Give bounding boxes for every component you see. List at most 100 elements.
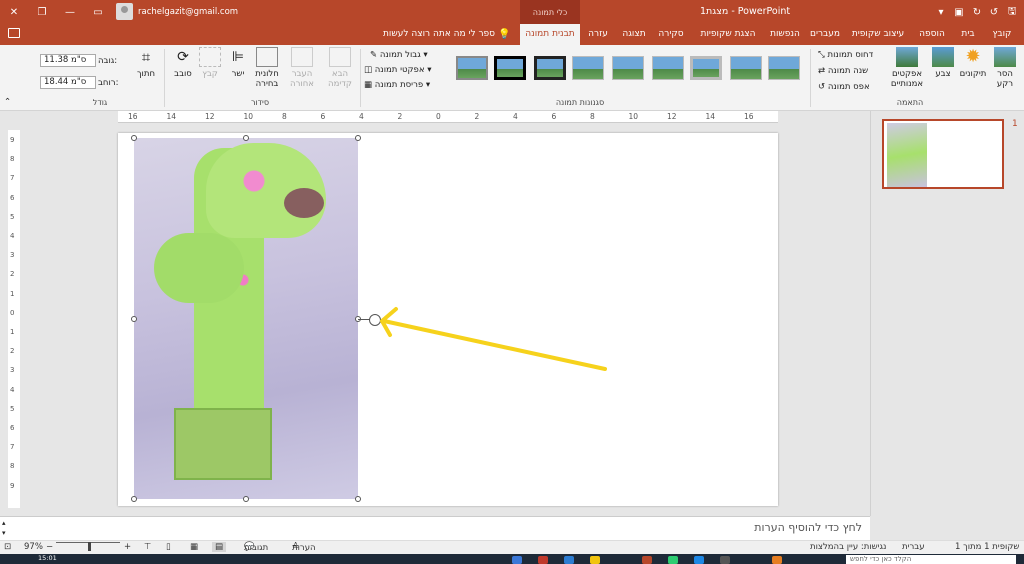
slide-sorter-icon[interactable]: ▦ [190,542,198,552]
taskbar-app-icon[interactable] [772,556,782,564]
slideshow-view-icon[interactable]: ⊤ [144,542,151,552]
resize-handle-ne[interactable] [355,135,361,141]
tell-me-search[interactable]: ספר לי מה אתה רוצה לעשות [383,24,495,45]
vertical-ruler: 9 8 7 6 5 4 3 2 1 0 1 2 3 4 5 6 7 8 9 [8,130,20,508]
customize-qat-icon[interactable]: ▾ [934,0,948,24]
crop-button[interactable]: ⌗ חתוך [132,47,160,79]
zoom-level[interactable]: 97% [24,542,43,552]
notes-status-label: הערות [292,543,316,553]
ruler-tick-label: 12 [205,112,215,121]
tab-help[interactable]: עזרה [583,24,613,45]
taskbar-search-input[interactable]: הקלד כאן כדי לחפש [846,555,1016,564]
ruler-tick-label: 5 [10,212,15,221]
bring-forward-button[interactable]: הבא קדימה [322,47,358,89]
color-button[interactable]: צבע [930,47,956,79]
zoom-out-icon[interactable]: − [46,542,53,552]
group-button[interactable]: קבץ [198,47,222,79]
tab-insert[interactable]: הוספה [912,24,952,45]
avatar[interactable] [116,3,133,20]
reading-view-icon[interactable]: ▯ [166,542,171,552]
close-button[interactable]: ✕ [0,0,28,24]
picture-style-4[interactable] [652,56,684,80]
artistic-effects-button[interactable]: אפקטים אמנותיים [886,47,928,89]
picture-style-9[interactable] [456,56,488,80]
taskbar-app-icon[interactable] [668,556,678,564]
minimize-button[interactable]: — [56,0,84,24]
taskbar-app-icon[interactable] [564,556,574,564]
send-backward-label: העבר אחורה [290,69,314,89]
redo-icon[interactable]: ↻ [968,0,986,24]
resize-handle-nw[interactable] [131,135,137,141]
crop-label: חתוך [136,69,156,79]
rotate-button[interactable]: ⟳ סובב [170,47,196,79]
resize-handle-n[interactable] [243,135,249,141]
remove-background-button[interactable]: הסר רקע [990,47,1020,89]
selection-pane-label: חלונית בחירה [255,69,279,89]
comments-icon[interactable] [8,28,20,38]
remove-background-label: הסר רקע [996,69,1014,89]
tab-view[interactable]: תצוגה [616,24,652,45]
align-button[interactable]: ⊫ ישר [226,47,250,79]
compress-pictures-button[interactable]: ⤡ דחוס תמונות [818,50,873,60]
tab-design[interactable]: עיצוב שקופית [846,24,910,45]
tab-slideshow[interactable]: הצגת שקופיות [692,24,764,45]
taskbar-app-icon[interactable] [720,556,730,564]
maximize-button[interactable]: ❐ [28,0,56,24]
tab-transitions[interactable]: מעברים [806,24,844,45]
accessibility-status[interactable]: נגישות: עיין בהמלצות [810,542,886,552]
account-email[interactable]: rachelgazit@gmail.com [138,0,238,24]
taskbar-app-icon[interactable] [590,556,600,564]
slide-thumbnail[interactable] [882,119,1004,189]
notes-status-button[interactable]: הערות ≙ [292,542,316,553]
change-picture-button[interactable]: ⇄ שנה תמונה [818,66,868,76]
fit-slide-icon[interactable]: ⊡ [4,542,11,552]
picture-style-7[interactable] [534,56,566,80]
undo-icon[interactable]: ↺ [986,0,1002,24]
selected-picture[interactable] [134,138,358,499]
reset-picture-button[interactable]: ↺ אפס תמונה [818,82,870,92]
picture-style-5[interactable] [612,56,644,80]
corrections-button[interactable]: ✹ תיקונים [958,47,988,80]
zoom-slider-knob[interactable] [88,542,91,551]
picture-style-1[interactable] [768,56,800,80]
tab-file[interactable]: קובץ [986,24,1018,45]
resize-handle-w[interactable] [131,316,137,322]
height-input[interactable]: 11.38 ס"מ [40,54,96,67]
notes-scroll-down[interactable]: ▾ [2,529,6,537]
picture-style-3[interactable] [690,56,722,80]
width-input[interactable]: 18.44 ס"מ [40,76,96,89]
picture-style-8[interactable] [494,56,526,80]
tab-home[interactable]: בית [954,24,982,45]
picture-style-2[interactable] [730,56,762,80]
send-backward-button[interactable]: העבר אחורה [284,47,320,89]
resize-handle-sw[interactable] [131,496,137,502]
picture-style-6[interactable] [572,56,604,80]
resize-handle-se[interactable] [355,496,361,502]
collapse-ribbon-icon[interactable]: ⌃ [4,97,11,107]
picture-effects-button[interactable]: ◫ אפקטי תמונה ▾ [364,65,431,75]
notes-scroll-up[interactable]: ▴ [2,519,6,527]
tab-review[interactable]: סקירה [653,24,689,45]
language-status[interactable]: עברית [902,542,925,552]
taskbar-app-icon[interactable] [538,556,548,564]
comments-status-button[interactable]: תגובות 💬 [244,542,268,553]
ruler-tick-label: 8 [282,112,287,121]
save-icon[interactable]: 🖫 [1004,0,1020,24]
notes-pane[interactable]: לחץ כדי להוסיף הערות ▴ ▾ [0,516,870,540]
ribbon-separator [810,49,811,107]
resize-handle-s[interactable] [243,496,249,502]
taskbar-powerpoint-icon[interactable] [642,556,652,564]
zoom-in-icon[interactable]: + [124,542,131,552]
selection-pane-button[interactable]: חלונית בחירה [252,47,282,89]
picture-effects-icon: ◫ [364,65,373,75]
picture-layout-button[interactable]: ▦ פריסת תמונה ▾ [364,80,430,90]
presentation-icon[interactable]: ▣ [950,0,968,24]
picture-border-button[interactable]: ✎ גבול תמונה ▾ [370,50,428,60]
tab-animations[interactable]: הנפשות [766,24,804,45]
align-icon: ⊫ [231,49,245,65]
taskbar-app-icon[interactable] [694,556,704,564]
taskbar-app-icon[interactable] [512,556,522,564]
tab-picture-format[interactable]: תבנית תמונה [520,24,580,45]
ribbon-display-options-icon[interactable]: ▭ [84,0,112,24]
normal-view-icon[interactable]: ▤ [212,542,227,552]
